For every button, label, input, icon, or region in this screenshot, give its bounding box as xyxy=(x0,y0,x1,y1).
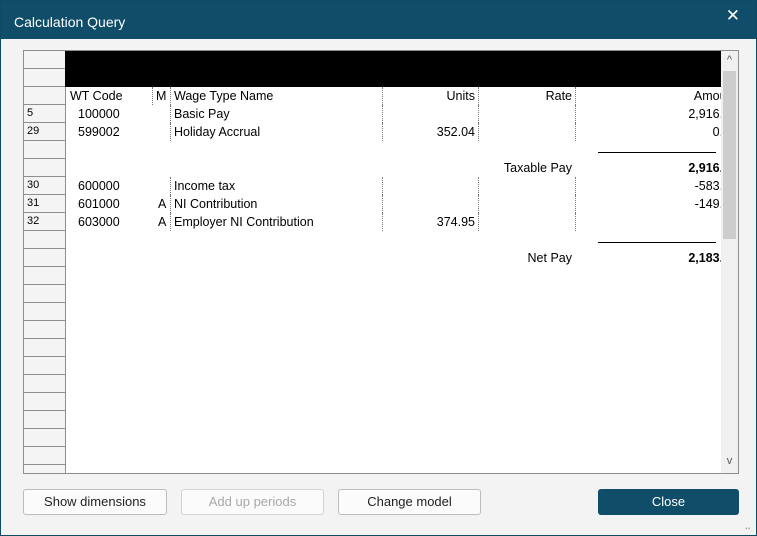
column-separator xyxy=(382,195,383,213)
row-header xyxy=(24,87,65,105)
column-header-amount[interactable]: Amount xyxy=(575,87,737,105)
vertical-scrollbar[interactable]: ^ v xyxy=(721,51,738,473)
calculation-grid-panel: 5 29 30 31 32 WT Code M Wage Type Name U… xyxy=(23,50,739,474)
summary-rule xyxy=(598,242,716,243)
wage-type-grid: WT Code M Wage Type Name Units Rate Amou… xyxy=(66,87,737,473)
change-model-button[interactable]: Change model xyxy=(338,489,481,515)
wt-code-cell: 603000 xyxy=(78,215,120,229)
column-separator xyxy=(478,123,479,141)
row-header xyxy=(24,429,65,447)
row-number: 31 xyxy=(27,197,40,209)
table-row[interactable]: 100000 Basic Pay 2,916.67 xyxy=(66,105,737,123)
units-cell: 374.95 xyxy=(436,215,475,229)
scrollbar-thumb[interactable] xyxy=(723,71,736,239)
row-number: 29 xyxy=(27,125,40,137)
column-separator xyxy=(170,123,171,141)
show-dimensions-button[interactable]: Show dimensions xyxy=(23,489,167,515)
column-separator xyxy=(170,87,171,105)
column-header-row: WT Code M Wage Type Name Units Rate Amou… xyxy=(66,87,737,105)
row-header xyxy=(24,393,65,411)
column-separator xyxy=(382,177,383,195)
chevron-down-icon: v xyxy=(726,455,733,467)
amount-cell: -149.49 xyxy=(694,197,737,211)
row-header[interactable]: 5 xyxy=(24,105,65,123)
scroll-up-arrow[interactable]: ^ xyxy=(721,54,738,66)
window-title: Calculation Query xyxy=(14,14,126,30)
net-pay-label: Net Pay xyxy=(527,251,572,265)
close-button[interactable]: Close xyxy=(598,489,739,515)
m-cell: A xyxy=(158,215,167,229)
row-header xyxy=(24,69,65,87)
amount-cell: 0.00 xyxy=(575,123,737,141)
row-header xyxy=(24,339,65,357)
redacted-header-bar xyxy=(65,51,721,87)
wt-code-cell: 600000 xyxy=(78,179,120,193)
add-up-periods-button[interactable]: Add up periods xyxy=(181,489,324,515)
row-header xyxy=(24,141,65,159)
table-row[interactable]: 603000 A Employer NI Contribution 374.95 xyxy=(66,213,720,231)
wt-code-cell: 100000 xyxy=(78,107,120,121)
calculation-query-dialog: Calculation Query ✕ 5 29 30 31 32 WT Cod… xyxy=(0,0,757,536)
wage-type-name-cell: Holiday Accrual xyxy=(174,125,261,139)
chevron-up-icon: ^ xyxy=(726,54,733,66)
column-separator xyxy=(478,213,479,231)
row-header xyxy=(24,249,65,267)
column-header-units[interactable]: Units xyxy=(382,87,475,105)
row-header[interactable]: 29 xyxy=(24,123,65,141)
row-header xyxy=(24,159,65,177)
row-header xyxy=(24,51,65,69)
wt-code-cell: 601000 xyxy=(78,197,120,211)
row-header[interactable]: 31 xyxy=(24,195,65,213)
column-header-rate[interactable]: Rate xyxy=(478,87,572,105)
m-cell: A xyxy=(158,197,167,211)
column-separator xyxy=(382,105,383,123)
wt-code-cell: 599002 xyxy=(78,125,120,139)
column-header-m[interactable]: M xyxy=(156,87,166,105)
units-cell: 352.04 xyxy=(436,125,475,139)
row-header-column: 5 29 30 31 32 xyxy=(24,51,66,473)
row-header xyxy=(24,375,65,393)
row-header xyxy=(24,447,65,465)
column-header-wt-code[interactable]: WT Code xyxy=(70,87,123,105)
taxable-pay-label: Taxable Pay xyxy=(503,161,572,175)
row-header xyxy=(24,285,65,303)
row-header xyxy=(24,411,65,429)
resize-grip-icon[interactable]: ⣀ xyxy=(744,519,751,530)
row-header xyxy=(24,303,65,321)
wage-type-name-cell: Employer NI Contribution xyxy=(174,215,314,229)
column-separator xyxy=(170,177,171,195)
table-row[interactable]: 601000 A NI Contribution -149.49 xyxy=(66,195,737,213)
net-pay-value: 2,183.78 xyxy=(688,251,737,265)
wage-type-name-cell: Income tax xyxy=(174,179,236,193)
table-row[interactable]: 599002 Holiday Accrual 352.04 0.00 xyxy=(66,123,737,141)
wage-type-name-cell: NI Contribution xyxy=(174,197,258,211)
title-bar[interactable]: Calculation Query ✕ xyxy=(1,1,756,39)
table-row[interactable]: 600000 Income tax -583.40 xyxy=(66,177,737,195)
row-header xyxy=(24,231,65,249)
taxable-pay-value: 2,916.67 xyxy=(688,161,737,175)
column-separator xyxy=(170,195,171,213)
amount-cell: 2,916.67 xyxy=(688,107,737,121)
scroll-down-arrow[interactable]: v xyxy=(721,455,738,467)
row-number: 30 xyxy=(27,179,40,191)
column-separator xyxy=(170,213,171,231)
row-header xyxy=(24,321,65,339)
row-header xyxy=(24,357,65,375)
column-separator xyxy=(575,213,576,231)
column-separator xyxy=(478,195,479,213)
column-separator xyxy=(478,177,479,195)
column-separator xyxy=(152,87,153,105)
row-number: 32 xyxy=(27,215,40,227)
row-number: 5 xyxy=(27,107,34,119)
row-header[interactable]: 32 xyxy=(24,213,65,231)
column-header-wage-type-name[interactable]: Wage Type Name xyxy=(174,87,273,105)
wage-type-name-cell: Basic Pay xyxy=(174,107,230,121)
amount-cell: -583.40 xyxy=(694,179,737,193)
column-separator xyxy=(170,105,171,123)
row-header[interactable]: 30 xyxy=(24,177,65,195)
close-icon[interactable]: ✕ xyxy=(726,6,740,26)
summary-rule xyxy=(598,152,716,153)
row-header xyxy=(24,267,65,285)
column-separator xyxy=(478,105,479,123)
